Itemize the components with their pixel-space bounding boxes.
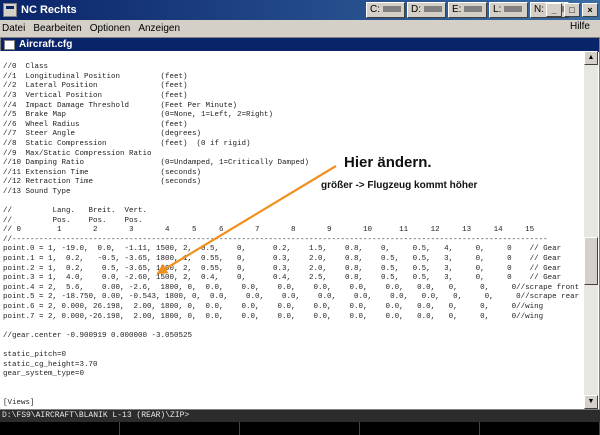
- drive-d-button[interactable]: D:: [407, 2, 446, 18]
- code-line: point.5 = 2, -18.750, 0.00, -0.543, 1800…: [3, 293, 580, 302]
- drive-l-button[interactable]: L:: [489, 2, 528, 18]
- close-icon[interactable]: ×: [582, 3, 598, 17]
- code-line: //8 Static Compression (feet) (0 if rigi…: [3, 139, 251, 148]
- scroll-up-icon[interactable]: ▲: [584, 51, 598, 65]
- menu-hilfe[interactable]: Hilfe: [570, 21, 590, 32]
- code-line: //1 Longitudinal Position (feet): [3, 72, 188, 81]
- drive-c-button[interactable]: C:: [366, 2, 405, 18]
- scroll-down-icon[interactable]: ▼: [584, 395, 598, 409]
- code-line: point.1 = 1, 0.2, -0.5, -3.65, 1800, 1, …: [3, 255, 562, 264]
- code-line: //0 Class: [3, 63, 49, 72]
- code-line: point.7 = 2, 0.000,-26.198, 2.00, 1800, …: [3, 312, 544, 321]
- window-controls: _ □ ×: [546, 3, 598, 17]
- status-cell: [480, 422, 600, 435]
- code-line: //6 Wheel Radius (feet): [3, 120, 188, 129]
- app-icon[interactable]: [3, 3, 17, 17]
- drive-d-usage-bar: [424, 6, 442, 13]
- code-line: //4 Impact Damage Threshold (Feet Per Mi…: [3, 101, 238, 110]
- minimize-icon[interactable]: _: [546, 3, 562, 17]
- maximize-icon[interactable]: □: [564, 3, 580, 17]
- code-line: static_pitch=0: [3, 351, 67, 359]
- vertical-scrollbar[interactable]: ▲ ▼: [584, 51, 598, 409]
- code-line: //10 Damping Ratio (0=Undamped, 1=Critic…: [3, 159, 310, 168]
- status-cell: [120, 422, 240, 435]
- drive-e-button[interactable]: E:: [448, 2, 487, 18]
- code-line: //--------------------------------------…: [3, 235, 548, 244]
- code-line: //11 Extension Time (seconds): [3, 168, 202, 177]
- drive-buttons: C: D: E: L: N:: [366, 2, 569, 18]
- code-line: point.2 = 1, 0.2, 0.5, -3.65, 1800, 2, 0…: [3, 264, 562, 273]
- code-line: // Pos. Pos. Pos.: [3, 216, 143, 225]
- menu-bar: Datei Bearbeiten Optionen Anzeigen Hilfe: [0, 20, 600, 36]
- status-cell: [0, 422, 120, 435]
- code-line: // 0 1 2 3 4 5 6 7 8 9 10 11 12 13 14 15: [3, 226, 535, 235]
- code-line: //13 Sound Type: [3, 187, 71, 196]
- app-title-bar[interactable]: NC Rechts C: D: E: L: N: _ □ ×: [0, 0, 600, 20]
- code-line: //9 Max/Static Compression Ratio: [3, 149, 152, 158]
- drive-c-usage-bar: [383, 6, 401, 13]
- status-bar: [0, 422, 600, 435]
- code-line: //7 Steer Angle (degrees): [3, 130, 202, 139]
- text-editor[interactable]: [contact_points]//0 Class//1 Longitudina…: [0, 51, 584, 409]
- code-line: // Lang. Breit. Vert.: [3, 207, 148, 216]
- code-line: gear_system_type=0: [3, 370, 85, 379]
- command-path[interactable]: D:\FS9\AIRCRAFT\BLANIK L-13 (REAR)\ZIP>: [0, 410, 600, 422]
- code-line: //2 Lateral Position (feet): [3, 82, 188, 91]
- menu-anzeigen[interactable]: Anzeigen: [134, 23, 184, 34]
- code-content: [contact_points]//0 Class//1 Longitudina…: [3, 51, 579, 409]
- code-line: point.4 = 2, 5.6, 0.00, -2.6, 1800, 0, 0…: [3, 283, 580, 292]
- status-cell: [240, 422, 360, 435]
- code-line: //12 Retraction Time (seconds): [3, 178, 202, 187]
- document-title: Aircraft.cfg: [19, 39, 73, 50]
- annotation-subtitle: größer -> Flugzeug kommt höher: [321, 180, 478, 191]
- code-line: //3 Vertical Position (feet): [3, 91, 188, 100]
- menu-datei[interactable]: Datei: [0, 23, 29, 34]
- menu-bearbeiten[interactable]: Bearbeiten: [29, 23, 85, 34]
- menu-optionen[interactable]: Optionen: [86, 23, 135, 34]
- code-line: point.6 = 2, 0.000, 26.198, 2.00, 1800, …: [3, 303, 544, 312]
- drive-e-usage-bar: [464, 6, 483, 13]
- scroll-thumb[interactable]: [584, 237, 598, 285]
- code-line: point.3 = 1, 4.0, 0.0, -2.60, 1500, 2, 0…: [3, 274, 562, 283]
- document-icon: [4, 40, 15, 50]
- code-line: point.0 = 1, -19.0, 0.0, -1.11, 1500, 2,…: [3, 245, 562, 254]
- code-line: [Views]: [3, 398, 35, 407]
- annotation-title: Hier ändern.: [344, 154, 432, 171]
- drive-l-usage-bar: [504, 6, 523, 13]
- status-cell: [360, 422, 480, 435]
- document-title-bar[interactable]: Aircraft.cfg: [1, 38, 599, 52]
- code-line: //gear.center -0.900919 0.000000 -3.0505…: [3, 331, 193, 340]
- code-line: //5 Brake Map (0=None, 1=Left, 2=Right): [3, 111, 274, 120]
- code-line: static_cg_height=3.70: [3, 360, 98, 369]
- app-title: NC Rechts: [21, 4, 77, 16]
